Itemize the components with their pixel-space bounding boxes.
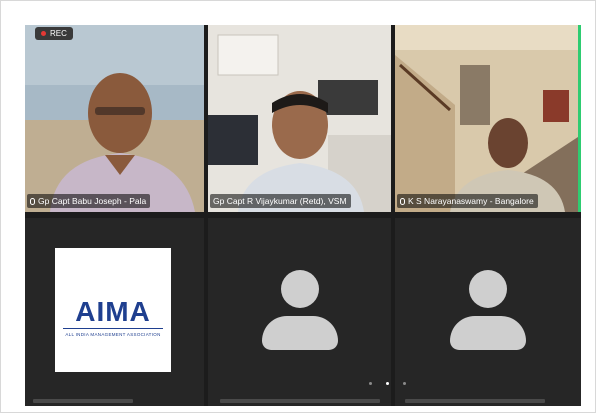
participant-name-tag: K S Narayanaswamy - Bangalore: [397, 194, 538, 208]
record-dot-icon: [41, 31, 46, 36]
participant-name: K S Narayanaswamy - Bangalore: [408, 196, 534, 206]
cropped-name-tag: [405, 399, 545, 403]
recording-indicator: REC: [35, 27, 73, 40]
participant-tile-4[interactable]: AIMA ALL INDIA MANAGEMENT ASSOCIATION: [25, 218, 204, 406]
page-dot[interactable]: [369, 382, 372, 385]
cropped-name-tag: [220, 399, 380, 403]
logo-subtitle: ALL INDIA MANAGEMENT ASSOCIATION: [65, 332, 161, 337]
page-dot-active[interactable]: [386, 382, 389, 385]
person-placeholder-icon: [448, 270, 528, 370]
participant-name-tag: Gp Capt R Vijaykumar (Retd), VSM: [210, 194, 351, 208]
participant-tile-1[interactable]: REC Gp Capt Babu Joseph - Pala: [25, 25, 204, 212]
recording-label: REC: [50, 29, 67, 38]
active-speaker-indicator: [578, 25, 581, 212]
placeholder-body: [450, 316, 526, 350]
cropped-name-tags: [25, 397, 581, 406]
placeholder-head: [469, 270, 507, 308]
aima-logo: AIMA ALL INDIA MANAGEMENT ASSOCIATION: [55, 248, 171, 372]
participant-tile-5[interactable]: [208, 218, 391, 406]
participant-name: Gp Capt Babu Joseph - Pala: [38, 196, 147, 206]
participant-tile-2[interactable]: Gp Capt R Vijaykumar (Retd), VSM: [208, 25, 391, 212]
participant-video-3: [395, 25, 581, 212]
participant-video-2: [208, 25, 391, 212]
cropped-name-tag: [33, 399, 133, 403]
participant-tile-3[interactable]: K S Narayanaswamy - Bangalore: [395, 25, 581, 212]
participant-tile-6[interactable]: [395, 218, 581, 406]
participant-name-tag: Gp Capt Babu Joseph - Pala: [27, 194, 151, 208]
screenshot-frame: REC Gp Capt Babu Joseph - Pala Gp Capt R…: [0, 0, 596, 413]
placeholder-head: [280, 270, 319, 308]
participant-video-1: [25, 25, 204, 212]
logo-text: AIMA: [75, 296, 151, 327]
microphone-icon: [30, 197, 35, 205]
page-dot[interactable]: [403, 382, 406, 385]
participant-name: Gp Capt R Vijaykumar (Retd), VSM: [213, 196, 347, 206]
logo-divider: [63, 328, 163, 329]
video-meeting-gallery: REC Gp Capt Babu Joseph - Pala Gp Capt R…: [25, 25, 581, 406]
microphone-icon: [400, 197, 405, 205]
placeholder-body: [261, 316, 338, 350]
person-placeholder-icon: [260, 270, 340, 370]
gallery-pagination[interactable]: [369, 382, 406, 385]
